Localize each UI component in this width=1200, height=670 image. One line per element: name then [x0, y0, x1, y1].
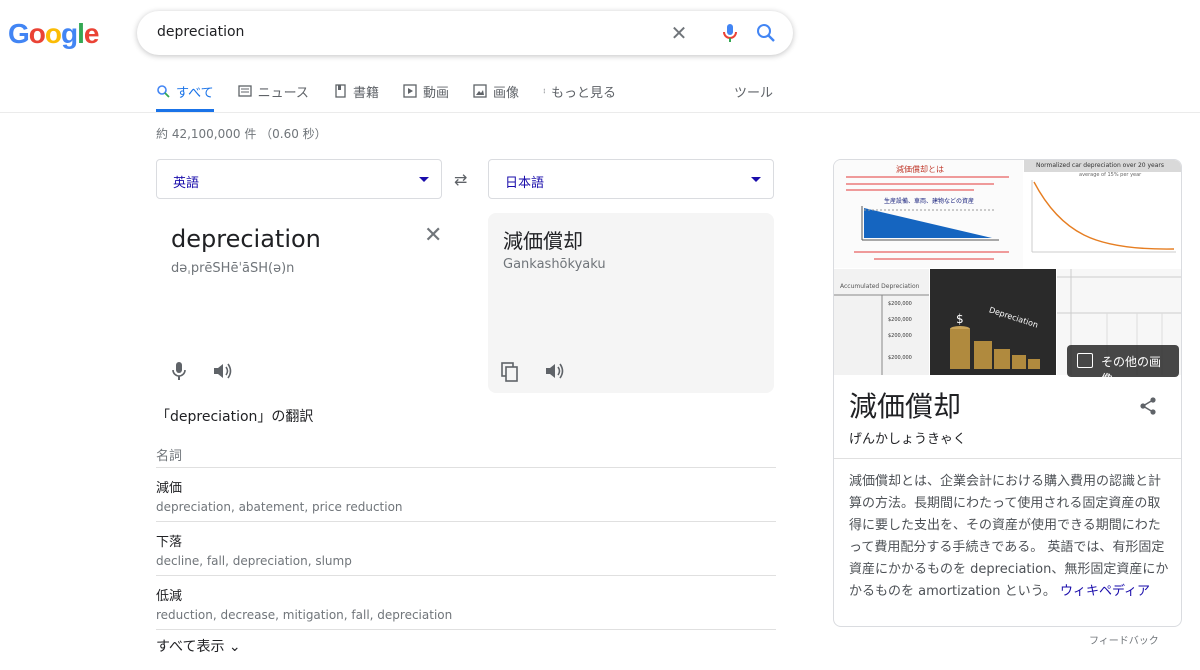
- dropdown-caret-icon: [751, 177, 761, 182]
- swap-languages-icon[interactable]: ⇄: [454, 170, 467, 189]
- tab-label: 動画: [422, 86, 449, 101]
- wikipedia-link[interactable]: ウィキペディア: [1060, 584, 1150, 599]
- panel-image-chart[interactable]: Normalized car depreciation over 20 year…: [1024, 160, 1181, 268]
- speaker-icon[interactable]: [544, 361, 566, 381]
- target-text-box: 減価償却 Gankashōkyaku: [488, 213, 774, 393]
- divider: [156, 629, 776, 630]
- dropdown-caret-icon: [419, 177, 429, 182]
- ledger-graphic: [834, 294, 929, 375]
- tab-images[interactable]: 画像: [473, 82, 519, 112]
- panel-image-diagram[interactable]: 減価償却とは 生産設備、車両、建物などの資産: [834, 160, 1023, 268]
- news-icon: [237, 85, 252, 97]
- result-stats: 約 42,100,000 件 （0.60 秒）: [156, 127, 327, 141]
- target-language-select[interactable]: 日本語: [488, 159, 774, 199]
- translation-synonyms: reduction, decrease, mitigation, fall, d…: [156, 608, 453, 622]
- more-images-label: その他の画像: [1101, 355, 1162, 386]
- svg-text:$: $: [956, 312, 964, 326]
- logo-letter: o: [28, 18, 46, 49]
- panel-description: 減価償却とは、企業会計における購入費用の認識と計算の方法。長期間にわたって使用さ…: [849, 471, 1171, 603]
- logo-letter: l: [77, 18, 85, 49]
- panel-reading: げんかしょうきゃく: [849, 432, 967, 447]
- clear-source-icon[interactable]: ✕: [424, 223, 442, 248]
- translation-row[interactable]: 下落 decline, fall, depreciation, slump: [156, 521, 776, 568]
- clear-icon[interactable]: ✕: [667, 21, 691, 45]
- target-word: 減価償却: [503, 229, 583, 253]
- ledger-value: $200,000: [888, 355, 912, 361]
- book-icon: [335, 84, 346, 98]
- divider: [0, 112, 1200, 113]
- panel-title: 減価償却: [849, 390, 962, 423]
- target-language-label: 日本語: [505, 176, 545, 191]
- show-all-label: すべて表示: [156, 639, 225, 655]
- video-icon: [403, 84, 417, 98]
- panel-image-coins[interactable]: $ Depreciation: [930, 269, 1056, 375]
- diagram-graphic: [846, 176, 1009, 260]
- logo-letter: G: [8, 18, 30, 49]
- ledger-value: $200,000: [888, 317, 912, 323]
- tab-all[interactable]: すべて: [156, 82, 214, 112]
- logo-letter: o: [44, 18, 62, 49]
- phonetic-text: dəˌprēSHēˈāSH(ə)n: [171, 261, 295, 276]
- translations-title: 「depreciation」の翻訳: [156, 409, 314, 425]
- depreciation-curve-graphic: [1031, 180, 1176, 253]
- logo-letter: e: [83, 18, 100, 49]
- tab-label: 書籍: [352, 86, 379, 101]
- search-bar[interactable]: depreciation ✕: [137, 11, 793, 55]
- search-icon[interactable]: [754, 21, 778, 45]
- source-language-label: 英語: [173, 176, 200, 191]
- translation-term: 減価: [156, 481, 183, 496]
- copy-icon[interactable]: [500, 361, 520, 383]
- ledger-value: $200,000: [888, 333, 912, 339]
- source-language-select[interactable]: 英語: [156, 159, 442, 199]
- search-icon: [157, 85, 170, 98]
- speaker-icon[interactable]: [212, 361, 234, 381]
- image-icon: [1077, 353, 1093, 368]
- translation-synonyms: depreciation, abatement, price reduction: [156, 500, 403, 514]
- translation-synonyms: decline, fall, depreciation, slump: [156, 554, 352, 568]
- tab-label: 画像: [492, 86, 519, 101]
- tab-label: すべて: [176, 86, 214, 101]
- translation-row[interactable]: 低減 reduction, decrease, mitigation, fall…: [156, 575, 776, 622]
- share-icon[interactable]: [1138, 396, 1158, 416]
- divider: [834, 458, 1181, 459]
- tab-label: ニュース: [257, 86, 309, 101]
- romanization-text: Gankashōkyaku: [503, 257, 606, 272]
- microphone-icon[interactable]: [170, 361, 188, 381]
- knowledge-panel: 減価償却とは 生産設備、車両、建物などの資産 Normalized car de…: [833, 159, 1182, 627]
- part-of-speech: 名詞: [156, 449, 183, 464]
- microphone-icon[interactable]: [718, 21, 742, 45]
- panel-image-ledger[interactable]: Accumulated Depreciation $200,000 $200,0…: [834, 269, 929, 375]
- translation-term: 低減: [156, 589, 183, 604]
- source-text-box[interactable]: depreciation dəˌprēSHēˈāSH(ə)n ✕: [156, 213, 456, 393]
- tab-news[interactable]: ニュース: [237, 82, 309, 112]
- description-text: 減価償却とは、企業会計における購入費用の認識と計算の方法。長期間にわたって使用さ…: [849, 474, 1169, 599]
- more-images-button[interactable]: その他の画像: [1067, 345, 1179, 386]
- search-input[interactable]: depreciation: [157, 24, 244, 40]
- show-all-button[interactable]: すべて表示 ⌄: [156, 636, 241, 656]
- image-icon: [473, 84, 487, 98]
- tab-books[interactable]: 書籍: [333, 82, 379, 112]
- ledger-value: $200,000: [888, 301, 912, 307]
- logo-letter: g: [61, 18, 78, 49]
- translation-term: 下落: [156, 535, 183, 550]
- tab-more[interactable]: もっと見る: [543, 82, 616, 112]
- more-vert-icon: [543, 88, 545, 94]
- translation-row[interactable]: 減価 depreciation, abatement, price reduct…: [156, 467, 776, 514]
- tab-label: もっと見る: [550, 86, 616, 101]
- chevron-down-icon: ⌄: [228, 639, 241, 655]
- search-tabs: すべて ニュース 書籍 動画 画像 もっと見る: [156, 82, 640, 112]
- source-word[interactable]: depreciation: [171, 225, 321, 253]
- tab-videos[interactable]: 動画: [403, 82, 449, 112]
- feedback-link[interactable]: フィードバック: [1089, 632, 1159, 647]
- google-logo[interactable]: Google: [8, 18, 100, 50]
- tools-button[interactable]: ツール: [734, 82, 773, 101]
